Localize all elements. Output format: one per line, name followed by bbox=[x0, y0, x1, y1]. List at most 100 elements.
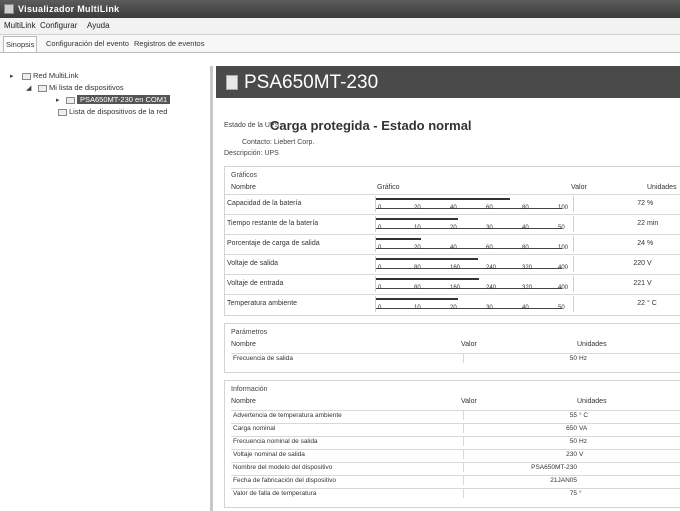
gauge-tick-label: 80 bbox=[414, 285, 421, 291]
column-divider bbox=[463, 450, 464, 459]
gauge-tick-label: 0 bbox=[378, 285, 382, 291]
gauge-name: Tiempo restante de la batería bbox=[227, 220, 319, 227]
description-text: Descripción: UPS bbox=[224, 150, 279, 157]
device-list-icon bbox=[38, 84, 47, 92]
tab-bar: Sinopsis Configuración del evento Regist… bbox=[0, 35, 680, 53]
list-icon bbox=[58, 108, 67, 116]
info-unit: Hz bbox=[579, 438, 587, 445]
gauge-bar: 0 80 160 240 320 400 bbox=[375, 256, 574, 272]
info-value: 75 bbox=[569, 490, 577, 497]
gauge-fill bbox=[376, 278, 479, 280]
info-row: Frecuencia nominal de salida 50 Hz bbox=[231, 436, 680, 446]
tree-node-network-list[interactable]: Lista de dispositivos de la red bbox=[58, 107, 167, 116]
gauge-tick-label: 320 bbox=[522, 285, 533, 291]
contact-text: Contacto: Liebert Corp. bbox=[242, 139, 315, 146]
gauge-name: Porcentaje de carga de salida bbox=[227, 240, 320, 247]
gauge-tick-label: 240 bbox=[486, 265, 497, 271]
gauge-tick-label: 240 bbox=[486, 285, 497, 291]
device-title: PSA650MT-230 bbox=[244, 72, 379, 93]
info-value: PSA650MT-230 bbox=[531, 464, 577, 471]
info-value: 50 bbox=[569, 438, 577, 445]
gauge-bar: 0 10 20 30 40 50 bbox=[375, 296, 574, 312]
gauge-name: Capacidad de la batería bbox=[227, 200, 302, 207]
menu-multilink[interactable]: MultiLink bbox=[4, 21, 36, 30]
tab-registros-eventos[interactable]: Registros de eventos bbox=[134, 39, 204, 48]
gauge-fill bbox=[376, 198, 510, 200]
tab-sinopsis[interactable]: Sinopsis bbox=[3, 36, 38, 52]
gauge-value: 24 bbox=[637, 240, 645, 247]
gauge-unit: ° C bbox=[647, 300, 657, 307]
info-name: Valor de falla de temperatura bbox=[233, 490, 317, 497]
gauge-row: Capacidad de la batería 0 20 40 60 80 100 72% bbox=[225, 194, 680, 212]
column-divider bbox=[463, 463, 464, 472]
gauge-value: 72 bbox=[637, 200, 645, 207]
info-value: 21JAN05 bbox=[550, 477, 577, 484]
info-row: Advertencia de temperatura ambiente 55 ° C bbox=[231, 410, 680, 420]
expand-arrow-icon[interactable]: ◢ bbox=[26, 84, 31, 92]
column-divider bbox=[463, 489, 464, 498]
gauge-name: Temperatura ambiente bbox=[227, 300, 298, 307]
gauge-tick-label: 80 bbox=[522, 245, 529, 251]
info-name: Frecuencia nominal de salida bbox=[233, 438, 318, 445]
collapse-arrow-icon[interactable]: ▸ bbox=[10, 72, 14, 80]
column-divider bbox=[463, 476, 464, 485]
gauge-scale bbox=[376, 268, 562, 269]
gauge-tick-label: 80 bbox=[414, 265, 421, 271]
gauge-tick-label: 0 bbox=[378, 205, 382, 211]
info-value: 650 bbox=[566, 425, 577, 432]
gauge-tick-label: 10 bbox=[414, 225, 421, 231]
gauge-row: Voltaje de salida 0 80 160 240 320 400 220 V bbox=[225, 254, 680, 272]
gauge-tick-label: 160 bbox=[450, 285, 461, 291]
menu-configurar[interactable]: Configurar bbox=[40, 21, 77, 30]
window-title: Visualizador MultiLink bbox=[18, 4, 120, 14]
information-section: Información Nombre Valor Unidades Advert… bbox=[224, 380, 680, 508]
gauge-name: Voltaje de salida bbox=[227, 260, 278, 267]
gauge-bar: 0 10 20 30 40 50 bbox=[375, 216, 574, 232]
gauge-unit: min bbox=[647, 220, 659, 227]
col-header-name: Nombre bbox=[231, 184, 256, 191]
gauge-tick-label: 20 bbox=[414, 205, 421, 211]
tree-node-root[interactable]: Red MultiLink bbox=[22, 71, 78, 80]
info-unit: VA bbox=[579, 425, 588, 432]
col-header-value: Valor bbox=[461, 341, 477, 348]
gauge-value: 22 bbox=[637, 220, 645, 227]
gauge-tick-label: 20 bbox=[414, 245, 421, 251]
info-unit: V bbox=[579, 451, 584, 458]
gauge-bar: 0 20 40 60 80 100 bbox=[375, 236, 574, 252]
parameter-name: Frecuencia de salida bbox=[233, 355, 293, 362]
tree-node-device[interactable]: PSA650MT-230 en COM1 bbox=[66, 95, 171, 104]
parameters-section-title: Parámetros bbox=[231, 329, 268, 336]
expand-arrow-icon[interactable]: ▸ bbox=[56, 96, 60, 104]
gauge-fill bbox=[376, 258, 478, 260]
network-icon bbox=[22, 72, 31, 80]
info-row: Fecha de fabricación del dispositivo 21JA… bbox=[231, 475, 680, 485]
column-divider bbox=[463, 437, 464, 446]
gauge-unit: V bbox=[647, 280, 652, 287]
info-row: Carga nominal 650 VA bbox=[231, 423, 680, 433]
column-divider bbox=[463, 411, 464, 420]
col-header-value: Valor bbox=[461, 398, 477, 405]
gauge-bar: 0 80 160 240 320 400 bbox=[375, 276, 574, 292]
gauge-tick-label: 0 bbox=[378, 305, 382, 311]
info-value: 55 bbox=[569, 412, 577, 419]
column-divider bbox=[463, 354, 464, 363]
gauge-name: Voltaje de entrada bbox=[227, 280, 284, 287]
menu-ayuda[interactable]: Ayuda bbox=[87, 21, 110, 30]
tab-configuracion-evento[interactable]: Configuración del evento bbox=[46, 39, 129, 48]
gauge-scale bbox=[376, 308, 562, 309]
gauge-tick-label: 40 bbox=[450, 205, 457, 211]
info-name: Advertencia de temperatura ambiente bbox=[233, 412, 342, 419]
gauge-tick-label: 80 bbox=[522, 205, 529, 211]
gauge-bar: 0 20 40 60 80 100 bbox=[375, 196, 574, 212]
gauge-value: 221 bbox=[633, 280, 645, 287]
graphics-section-title: Gráficos bbox=[231, 172, 258, 179]
info-value: 230 bbox=[566, 451, 577, 458]
gauge-value: 22 bbox=[637, 300, 645, 307]
gauge-unit: V bbox=[647, 260, 652, 267]
gauge-tick-label: 30 bbox=[486, 225, 493, 231]
gauge-tick-label: 60 bbox=[486, 245, 493, 251]
information-section-title: Información bbox=[231, 386, 268, 393]
gauge-fill bbox=[376, 218, 458, 220]
ups-status: Carga protegida - Estado normal bbox=[270, 118, 472, 133]
tree-node-group[interactable]: Mi lista de dispositivos bbox=[38, 83, 124, 92]
